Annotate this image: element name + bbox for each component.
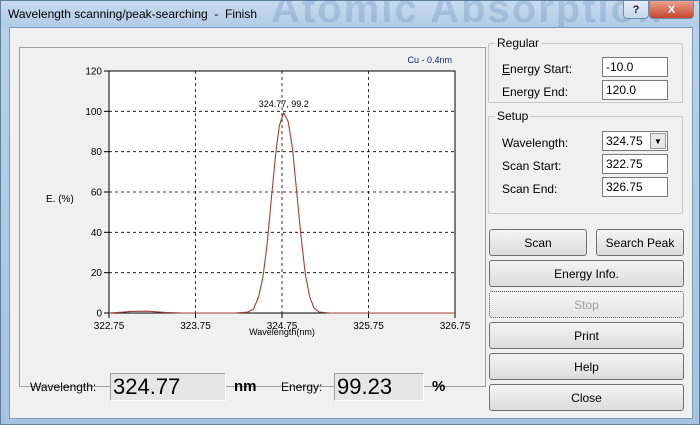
title-bar: Atomic Absorption Wavelength scanning/pe… bbox=[1, 0, 699, 31]
scan-start-label: Scan Start: bbox=[502, 159, 562, 173]
y-tick-label: 0 bbox=[96, 309, 102, 320]
energy-readout-label: Energy: bbox=[281, 380, 323, 394]
energy-end-label: Energy End: bbox=[502, 85, 569, 99]
y-axis-label: E. (%) bbox=[46, 194, 74, 205]
main-window: Atomic Absorption Wavelength scanning/pe… bbox=[0, 0, 700, 425]
setup-group-title: Setup bbox=[495, 109, 531, 123]
regular-group: Regular Energy Start: Energy End: bbox=[488, 36, 683, 103]
wavelength-select[interactable]: 324.75 ▼ bbox=[602, 131, 668, 151]
titlebar-help-button[interactable]: ? bbox=[623, 1, 649, 19]
scan-button[interactable]: Scan bbox=[489, 229, 587, 256]
y-tick-label: 20 bbox=[91, 268, 103, 279]
energy-readout-value: 99.23 bbox=[334, 373, 424, 401]
x-tick-label: 322.75 bbox=[94, 321, 125, 332]
wavelength-select-value: 324.75 bbox=[606, 134, 643, 148]
window-title: Wavelength scanning/peak-searching - Fin… bbox=[8, 7, 258, 21]
x-tick-label: 325.75 bbox=[353, 321, 384, 332]
chevron-down-icon[interactable]: ▼ bbox=[650, 133, 666, 149]
help-button[interactable]: Help bbox=[489, 353, 684, 380]
y-tick-label: 120 bbox=[85, 67, 102, 78]
regular-group-title: Regular bbox=[495, 36, 542, 50]
energy-start-label: Energy Start: bbox=[502, 62, 573, 76]
scan-end-input[interactable] bbox=[602, 177, 668, 197]
setup-group: Setup Wavelength: 324.75 ▼ Scan Start: S… bbox=[488, 109, 683, 214]
x-tick-label: 326.75 bbox=[440, 321, 471, 332]
y-tick-label: 100 bbox=[85, 107, 102, 118]
scan-end-label: Scan End: bbox=[502, 182, 558, 196]
element-tag: Cu - 0.4nm bbox=[407, 55, 452, 65]
close-button[interactable]: Close bbox=[489, 384, 684, 411]
peak-label: 324.77, 99.2 bbox=[259, 99, 309, 109]
y-tick-label: 40 bbox=[91, 228, 103, 239]
wavelength-unit: nm bbox=[234, 378, 257, 395]
x-axis-label: Wavelength(nm) bbox=[249, 327, 315, 337]
stop-button[interactable]: Stop bbox=[489, 291, 684, 318]
scan-start-input[interactable] bbox=[602, 154, 668, 174]
y-axis-ticks: 120 100 80 60 40 20 0 bbox=[85, 67, 109, 320]
y-tick-label: 80 bbox=[91, 147, 103, 158]
wavelength-setup-label: Wavelength: bbox=[502, 136, 569, 150]
wavelength-readout-label: Wavelength: bbox=[30, 380, 97, 394]
print-button[interactable]: Print bbox=[489, 322, 684, 349]
energy-unit: % bbox=[432, 378, 446, 395]
y-tick-label: 60 bbox=[91, 188, 103, 199]
wavelength-readout-value: 324.77 bbox=[110, 373, 226, 401]
scan-chart-panel: Cu - 0.4nm 120 100 80 60 40 20 0 322.75 323.75 3… bbox=[19, 47, 486, 387]
x-tick-label: 323.75 bbox=[180, 321, 211, 332]
energy-end-input[interactable] bbox=[602, 80, 668, 100]
energy-info-button[interactable]: Energy Info. bbox=[489, 260, 684, 287]
search-peak-button[interactable]: Search Peak bbox=[596, 229, 684, 256]
scan-chart: Cu - 0.4nm 120 100 80 60 40 20 0 322.75 323.75 3… bbox=[46, 55, 471, 337]
titlebar-close-button[interactable]: X bbox=[649, 1, 694, 19]
energy-start-input[interactable] bbox=[602, 57, 668, 77]
dialog-client-area: Cu - 0.4nm 120 100 80 60 40 20 0 322.75 323.75 3… bbox=[9, 27, 693, 419]
